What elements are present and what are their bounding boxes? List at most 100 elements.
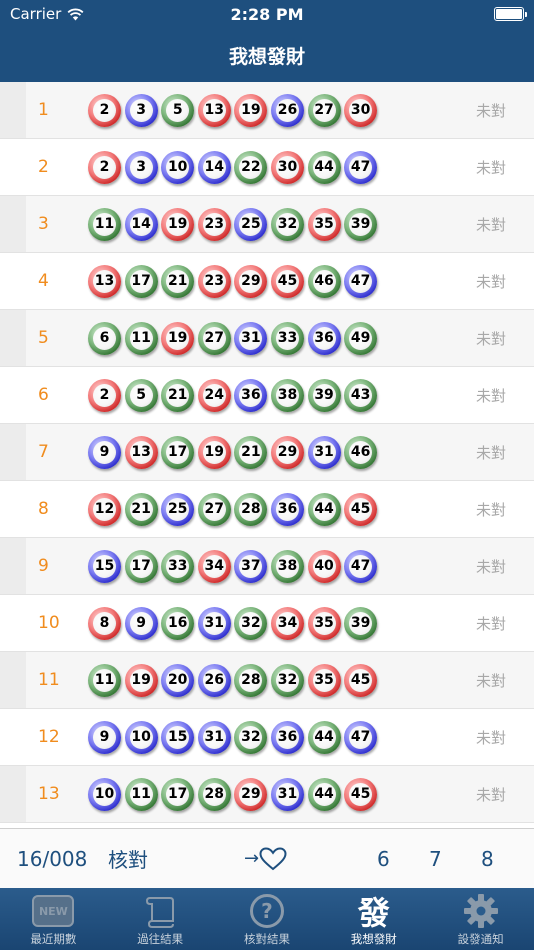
- ball-number: 32: [241, 729, 261, 745]
- tab-latest[interactable]: NEW 最近期數: [0, 888, 107, 950]
- match-status: 未對: [475, 215, 506, 234]
- list-item[interactable]: 4 13 17 21 23 29 45 46 47 未對: [0, 253, 534, 310]
- ball-number: 29: [241, 786, 261, 802]
- list-item[interactable]: 8 12 21 25 27 28 36 44 45 未對: [0, 481, 534, 538]
- ball-number: 36: [277, 501, 298, 517]
- ball-number: 29: [241, 273, 261, 289]
- ball-number: 3: [136, 102, 146, 118]
- row-index: 9: [38, 556, 49, 576]
- ball-number: 22: [241, 159, 261, 175]
- ball-number: 36: [314, 330, 334, 346]
- ball-number: 47: [350, 558, 371, 574]
- match-status: 未對: [475, 500, 506, 519]
- lottery-ball: 46: [307, 264, 341, 298]
- ball-number: 17: [131, 558, 151, 574]
- ball-number: 13: [204, 102, 225, 118]
- lottery-ball: 45: [344, 663, 378, 697]
- row-index: 7: [38, 442, 49, 462]
- lottery-ball: 12: [88, 492, 121, 526]
- list-item[interactable]: 1 2 3 5 13 19 26 27 30 未對: [0, 82, 534, 139]
- lottery-ball: 11: [124, 777, 158, 811]
- ball-group: 10 11 17 28 29 31 44 45: [88, 777, 420, 811]
- ball-number: 15: [167, 729, 188, 745]
- row-index: 8: [38, 499, 49, 519]
- tab-label: 核對結果: [243, 932, 290, 946]
- row-index: 5: [38, 328, 49, 348]
- check-button[interactable]: 核對: [108, 844, 148, 873]
- lottery-ball: 35: [307, 606, 341, 640]
- list-item[interactable]: 11 11 19 20 26 28 32 35 45 未對: [0, 652, 534, 709]
- favorite-button[interactable]: →: [244, 846, 287, 871]
- lottery-ball: 45: [344, 492, 378, 526]
- lottery-ball: 45: [270, 264, 304, 298]
- list-item[interactable]: 3 11 14 19 23 25 32 35 39 未對: [0, 196, 534, 253]
- lottery-ball: 27: [197, 492, 231, 526]
- ball-number: 39: [314, 387, 334, 403]
- ball-number: 14: [131, 216, 151, 232]
- ball-number: 21: [241, 444, 261, 460]
- lottery-ball: 32: [270, 663, 304, 697]
- ball-number: 6: [99, 330, 110, 346]
- tab-history[interactable]: 過往結果: [107, 888, 214, 950]
- ball-number: 31: [314, 444, 334, 460]
- tab-get-rich[interactable]: 發 我想發財: [320, 888, 427, 950]
- lottery-ball: 36: [270, 720, 304, 754]
- lottery-ball: 31: [197, 606, 231, 640]
- ball-group: 6 11 19 27 31 33 36 49: [88, 321, 420, 355]
- lottery-ball: 10: [88, 777, 121, 811]
- list-item[interactable]: 2 2 3 10 14 22 30 44 47 未對: [0, 139, 534, 196]
- ball-number: 37: [241, 558, 261, 574]
- lottery-ball: 37: [234, 549, 268, 583]
- row-index: 6: [38, 385, 49, 405]
- row-index: 12: [38, 727, 60, 747]
- match-status: 未對: [475, 386, 506, 405]
- ball-number: 25: [241, 216, 261, 232]
- count-option-7[interactable]: 7: [429, 847, 442, 871]
- tab-bar: NEW 最近期數 過往結果 ? 核對結果 發 我想發財 設發通知: [0, 888, 534, 950]
- lottery-ball: 44: [307, 777, 341, 811]
- list-item[interactable]: 9 15 17 33 34 37 38 40 47 未對: [0, 538, 534, 595]
- ball-number: 15: [94, 558, 115, 574]
- tab-icon-wrap: [142, 892, 178, 930]
- ball-group: 2 3 5 13 19 26 27 30: [88, 93, 420, 127]
- list-item[interactable]: 12 9 10 15 31 32 36 44 47 未對: [0, 709, 534, 766]
- ball-number: 2: [99, 102, 110, 118]
- tab-icon-wrap: ?: [249, 892, 284, 930]
- ball-number: 32: [277, 672, 298, 688]
- tab-check-results[interactable]: ? 核對結果: [214, 888, 321, 950]
- count-option-6[interactable]: 6: [377, 847, 390, 871]
- ball-group: 13 17 21 23 29 45 46 47: [88, 264, 420, 298]
- ball-number: 2: [99, 159, 110, 175]
- list-item[interactable]: 13 10 11 17 28 29 31 44 45 未對: [0, 766, 534, 823]
- list-item[interactable]: 10 8 9 16 31 32 34 35 39 未對: [0, 595, 534, 652]
- lottery-ball: 14: [124, 207, 158, 241]
- ball-number: 11: [131, 786, 151, 802]
- page-title: 我想發財: [228, 45, 305, 68]
- question-icon: ?: [249, 894, 284, 928]
- ball-number: 10: [167, 159, 188, 175]
- lottery-ball: 26: [270, 93, 304, 127]
- list-item[interactable]: 5 6 11 19 27 31 33 36 49 未對: [0, 310, 534, 367]
- lottery-ball: 17: [124, 264, 158, 298]
- ball-number: 5: [136, 387, 146, 403]
- ball-number: 35: [314, 615, 334, 631]
- ball-number: 17: [167, 444, 188, 460]
- battery-icon: [494, 7, 527, 21]
- list-item[interactable]: 6 2 5 21 24 36 38 39 43 未對: [0, 367, 534, 424]
- lottery-ball: 29: [234, 777, 268, 811]
- ball-number: 27: [204, 330, 225, 346]
- match-status: 未對: [475, 272, 506, 291]
- ball-number: 39: [350, 615, 371, 631]
- lottery-ball: 44: [307, 720, 341, 754]
- tab-notifications[interactable]: 設發通知: [427, 888, 534, 950]
- ball-number: 14: [204, 159, 225, 175]
- lottery-ball: 39: [307, 378, 341, 412]
- lottery-ball: 8: [88, 606, 121, 640]
- count-option-8[interactable]: 8: [481, 847, 494, 871]
- list-item[interactable]: 7 9 13 17 19 21 29 31 46 未對: [0, 424, 534, 481]
- number-list[interactable]: 1 2 3 5 13 19 26 27 30 未對 2 2 3 10 14 22 30 44 47 未對 3 11 14 19…: [0, 82, 534, 828]
- lottery-ball: 21: [234, 435, 268, 469]
- match-status: 未對: [475, 158, 506, 177]
- ball-number: 19: [241, 102, 261, 118]
- ball-number: 44: [314, 786, 334, 802]
